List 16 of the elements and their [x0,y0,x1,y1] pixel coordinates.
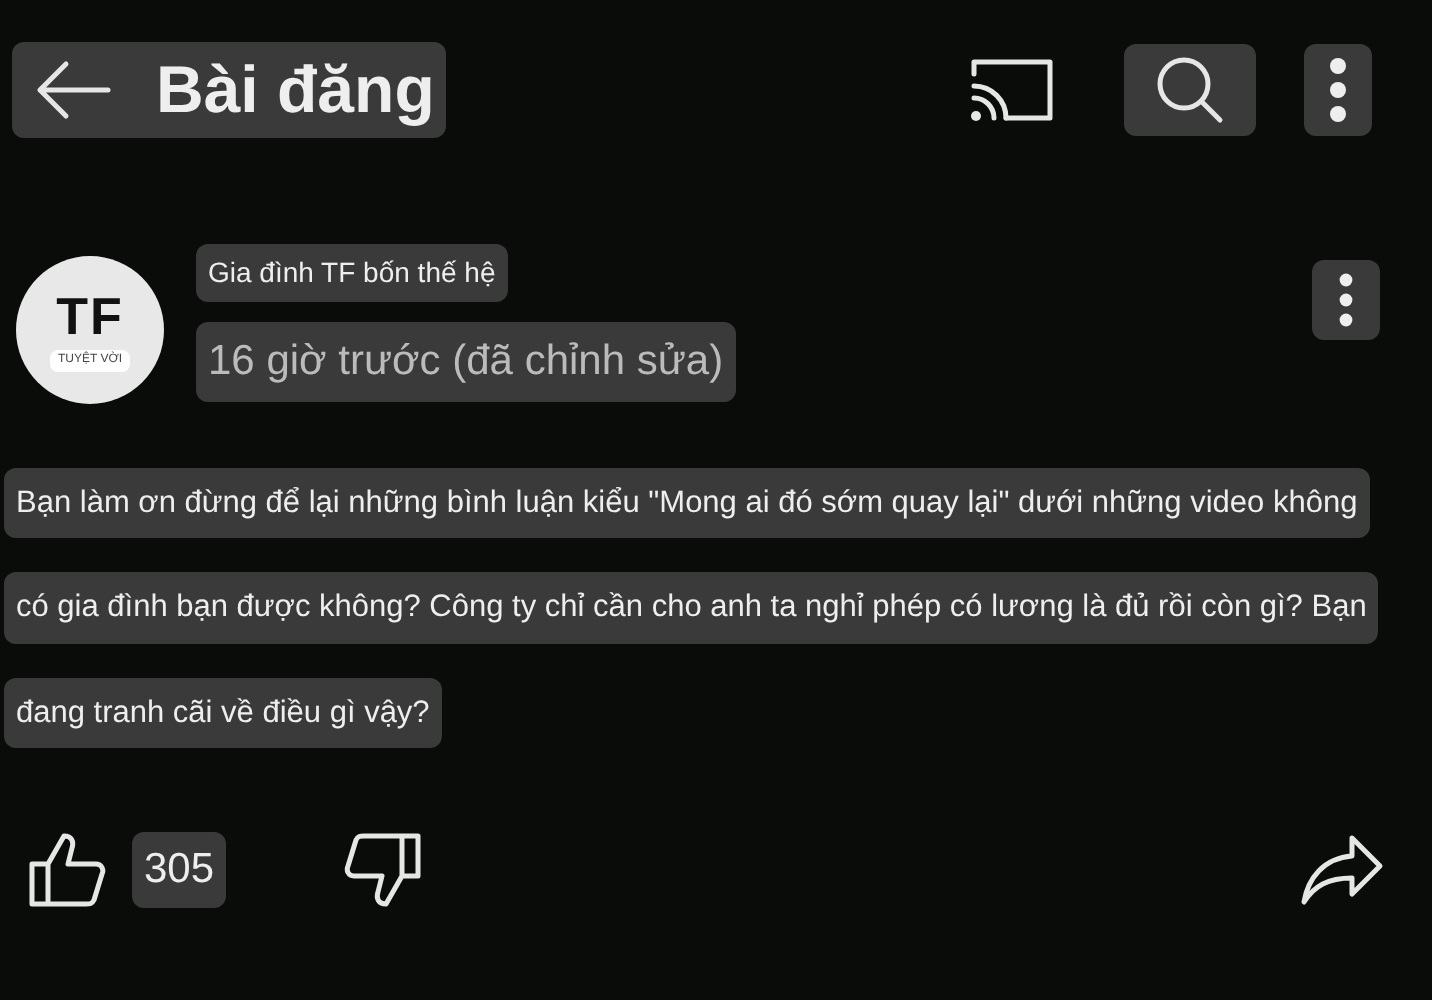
author-name[interactable]: Gia đình TF bốn thế hệ [196,244,508,302]
more-button[interactable] [1304,44,1372,136]
more-icon [1338,272,1354,328]
like-count: 305 [132,832,227,907]
more-icon [1328,56,1348,124]
page-title: Bài đăng [154,50,437,130]
search-button[interactable] [1124,44,1256,136]
post-time: 16 giờ trước (đã chỉnh sửa) [196,322,736,401]
thumbs-up-icon [28,831,108,908]
share-icon [1300,833,1384,906]
cast-icon [968,56,1056,124]
back-icon [32,60,112,120]
post-menu-button[interactable] [1312,260,1380,340]
thumbs-down-icon [342,831,423,908]
search-icon [1152,52,1228,128]
avatar-logo: TF [56,289,124,341]
